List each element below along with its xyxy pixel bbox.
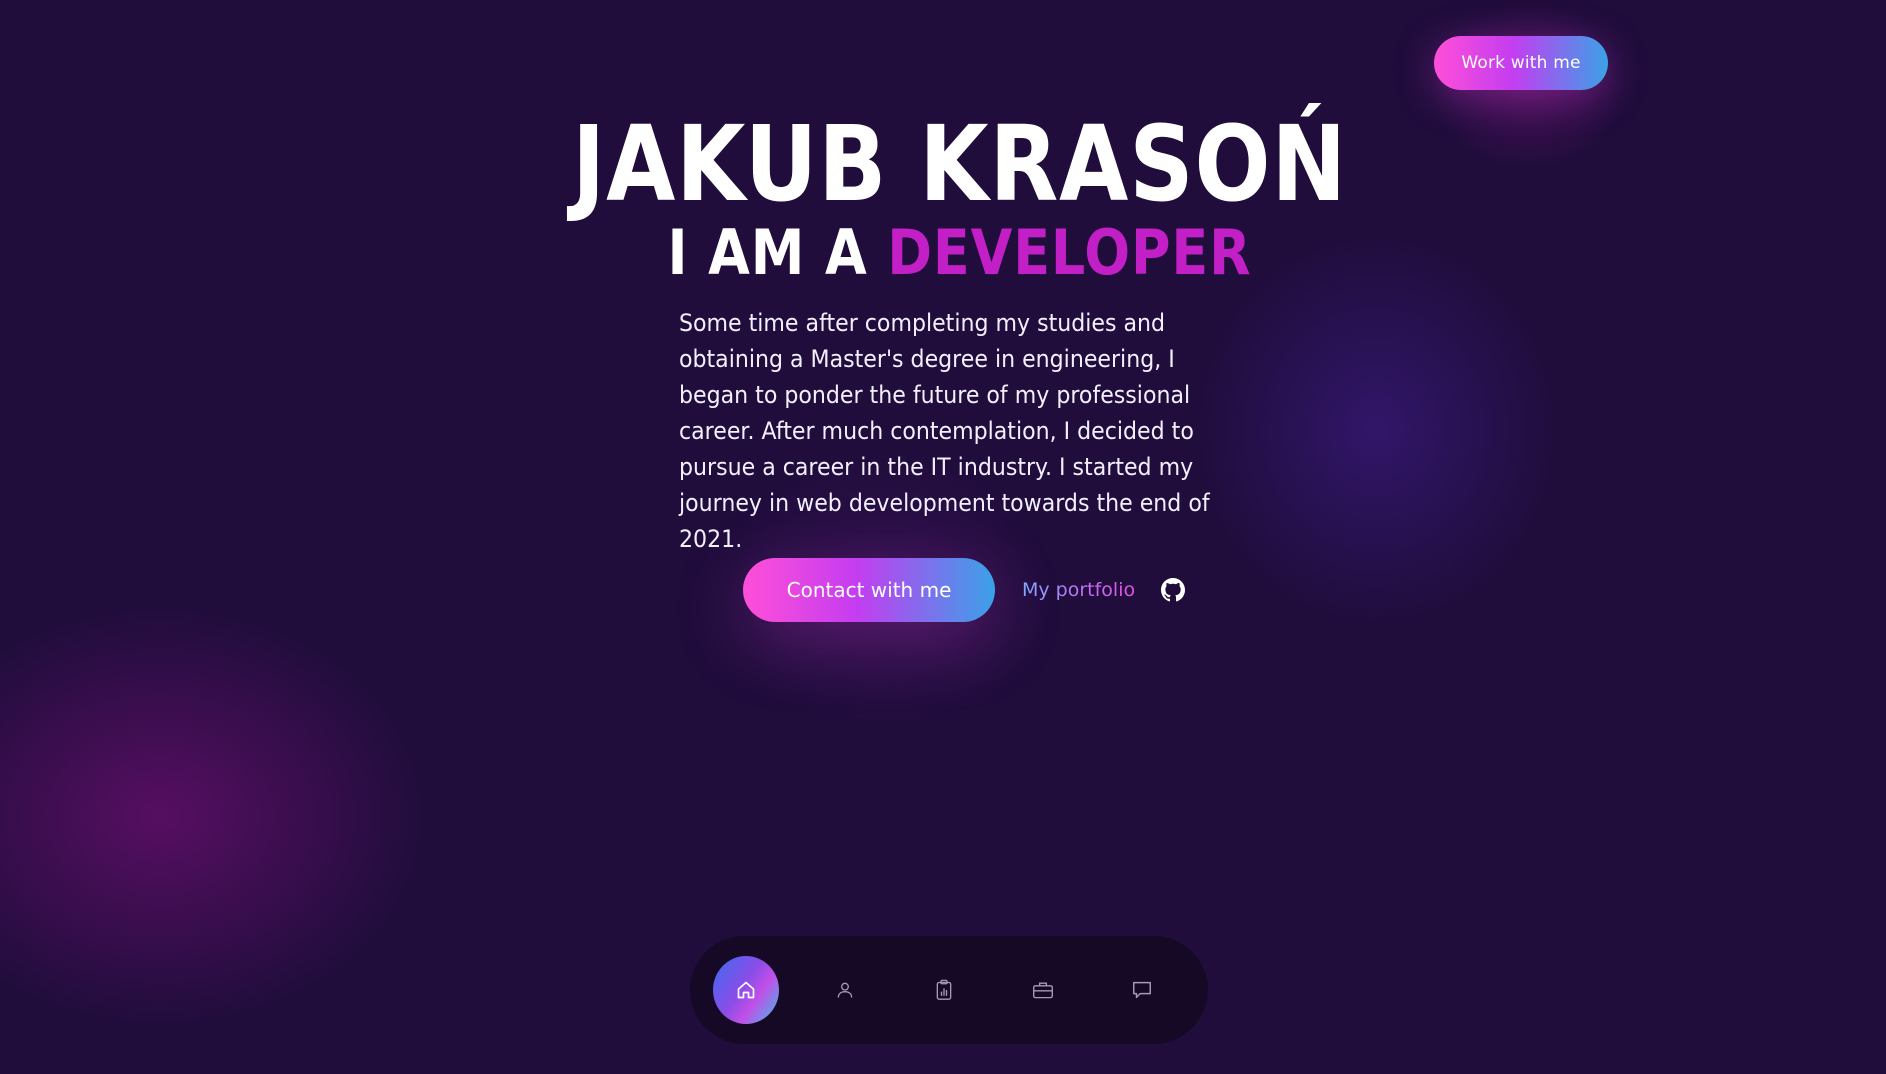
- dock-item-contact[interactable]: [1109, 956, 1175, 1024]
- hero-role: I AM A DEVELOPER: [125, 218, 1794, 288]
- dock-item-about[interactable]: [812, 956, 878, 1024]
- briefcase-icon: [1032, 980, 1054, 1000]
- contact-button[interactable]: Contact with me: [743, 558, 995, 622]
- role-accent: DEVELOPER: [887, 216, 1252, 289]
- dock-item-home[interactable]: [713, 956, 779, 1024]
- home-icon: [736, 980, 756, 1000]
- chat-icon: [1131, 979, 1153, 1001]
- hero-name: JAKUB KRASOŃ: [571, 103, 1348, 225]
- github-icon[interactable]: [1161, 578, 1186, 602]
- cta-row: Contact with me My portfolio: [743, 558, 1186, 622]
- work-with-me-button[interactable]: Work with me: [1434, 36, 1608, 90]
- bottom-dock-nav: [690, 936, 1208, 1044]
- clipboard-chart-icon: [934, 979, 954, 1001]
- dock-item-portfolio[interactable]: [1010, 956, 1076, 1024]
- intro-paragraph: Some time after completing my studies an…: [679, 309, 1210, 553]
- dock-item-experience[interactable]: [911, 956, 977, 1024]
- role-prefix: I AM A: [667, 216, 888, 289]
- portfolio-link[interactable]: My portfolio: [1022, 579, 1135, 601]
- user-icon: [835, 980, 855, 1000]
